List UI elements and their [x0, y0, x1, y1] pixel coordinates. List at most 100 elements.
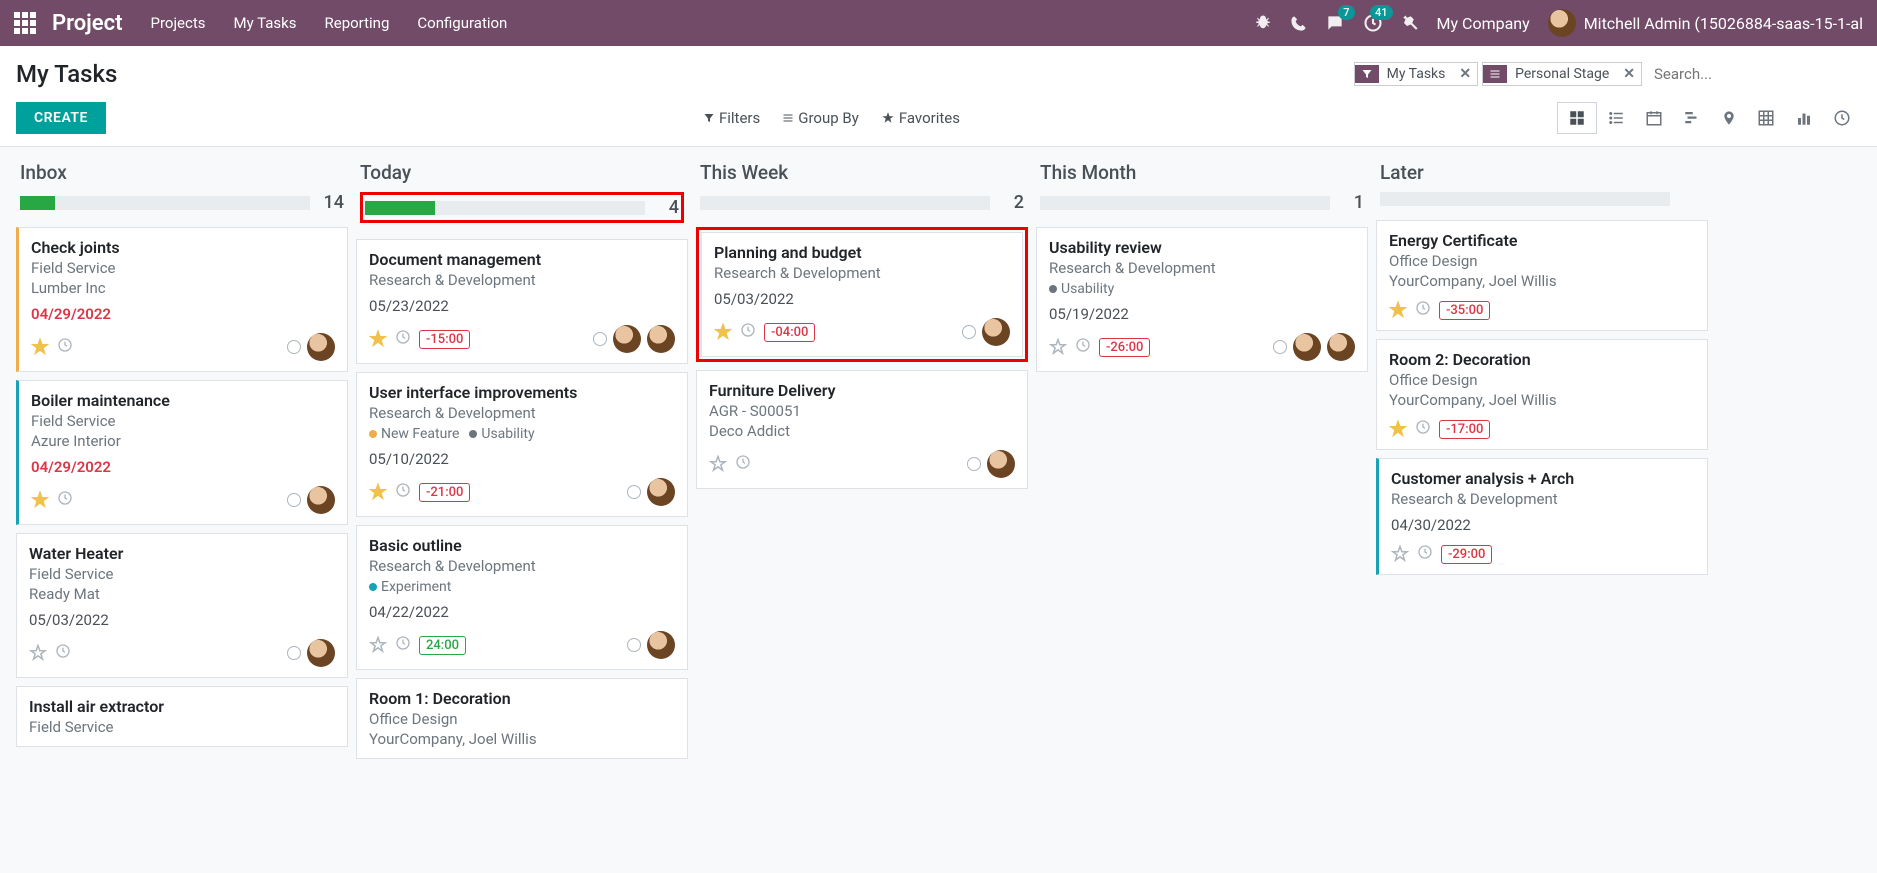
task-card[interactable]: Usability reviewResearch & DevelopmentUs… — [1036, 227, 1368, 372]
task-card[interactable]: Water HeaterField ServiceReady Mat05/03/… — [16, 533, 348, 678]
status-circle[interactable] — [593, 332, 607, 346]
tools-icon[interactable] — [1401, 14, 1419, 32]
nav-reporting[interactable]: Reporting — [325, 14, 390, 32]
star-icon[interactable] — [369, 330, 387, 348]
company-name[interactable]: My Company — [1437, 14, 1530, 33]
star-icon[interactable] — [1389, 301, 1407, 319]
assignee-avatar-icon[interactable] — [647, 478, 675, 506]
card-footer: -21:00 — [369, 478, 675, 506]
view-list-icon[interactable] — [1597, 103, 1635, 133]
column-title[interactable]: This Month — [1040, 161, 1364, 184]
column-progress[interactable] — [365, 201, 645, 215]
status-circle[interactable] — [627, 638, 641, 652]
card-footer: -29:00 — [1391, 544, 1695, 564]
assignee-avatar-icon[interactable] — [982, 318, 1010, 346]
star-icon[interactable] — [369, 636, 387, 654]
star-icon[interactable] — [31, 491, 49, 509]
clock-icon[interactable] — [740, 322, 756, 342]
column-progress[interactable] — [1040, 196, 1330, 210]
task-card[interactable]: Check jointsField ServiceLumber Inc04/29… — [16, 227, 348, 372]
view-pivot-icon[interactable] — [1747, 103, 1785, 133]
bug-icon[interactable] — [1254, 14, 1272, 32]
facet-remove[interactable]: ✕ — [1453, 66, 1477, 82]
search-input[interactable] — [1646, 61, 1861, 87]
nav-projects[interactable]: Projects — [151, 14, 206, 32]
groupby-dropdown[interactable]: Group By — [782, 109, 859, 127]
star-icon[interactable] — [31, 338, 49, 356]
column-progress[interactable] — [1380, 192, 1670, 206]
task-card[interactable]: Document managementResearch & Developmen… — [356, 239, 688, 364]
messages-icon[interactable]: 7 — [1325, 13, 1345, 33]
clock-icon[interactable] — [1417, 544, 1433, 564]
view-graph-icon[interactable] — [1785, 103, 1823, 133]
column-title[interactable]: Today — [360, 161, 684, 184]
status-circle[interactable] — [287, 646, 301, 660]
star-icon[interactable] — [29, 644, 47, 662]
view-activity-icon[interactable] — [1823, 103, 1861, 133]
clock-icon[interactable] — [57, 337, 73, 357]
view-map-icon[interactable] — [1711, 104, 1747, 132]
clock-icon[interactable] — [1415, 300, 1431, 320]
assignee-avatar-icon[interactable] — [307, 486, 335, 514]
task-card[interactable]: Boiler maintenanceField ServiceAzure Int… — [16, 380, 348, 525]
star-icon[interactable] — [1049, 338, 1067, 356]
status-circle[interactable] — [287, 340, 301, 354]
assignee-avatar-icon[interactable] — [613, 325, 641, 353]
status-circle[interactable] — [287, 493, 301, 507]
task-card[interactable]: Basic outlineResearch & DevelopmentExper… — [356, 525, 688, 670]
user-menu[interactable]: Mitchell Admin (15026884-saas-15-1-al — [1548, 9, 1863, 37]
assignee-avatar-icon[interactable] — [1293, 333, 1321, 361]
app-title[interactable]: Project — [52, 11, 123, 36]
task-card[interactable]: Room 1: DecorationOffice DesignYourCompa… — [356, 678, 688, 759]
clock-icon[interactable] — [1415, 419, 1431, 439]
column-title[interactable]: Later — [1380, 161, 1704, 184]
star-icon[interactable] — [1391, 545, 1409, 563]
card-title: Boiler maintenance — [31, 391, 335, 410]
favorites-dropdown[interactable]: Favorites — [881, 109, 960, 127]
view-calendar-icon[interactable] — [1635, 103, 1673, 133]
status-circle[interactable] — [1273, 340, 1287, 354]
status-circle[interactable] — [962, 325, 976, 339]
clock-icon[interactable] — [395, 329, 411, 349]
apps-launcher-icon[interactable] — [14, 12, 36, 34]
task-card[interactable]: Energy CertificateOffice DesignYourCompa… — [1376, 220, 1708, 331]
status-circle[interactable] — [967, 457, 981, 471]
clock-icon[interactable] — [395, 635, 411, 655]
view-kanban-icon[interactable] — [1557, 102, 1597, 134]
column-title[interactable]: Inbox — [20, 161, 344, 184]
assignee-avatar-icon[interactable] — [307, 639, 335, 667]
create-button[interactable]: CREATE — [16, 102, 106, 134]
column-title[interactable]: This Week — [700, 161, 1024, 184]
assignee-avatar-icon[interactable] — [647, 325, 675, 353]
assignee-avatar-icon[interactable] — [1327, 333, 1355, 361]
activities-icon[interactable]: 41 — [1363, 13, 1383, 33]
assignee-avatar-icon[interactable] — [647, 631, 675, 659]
assignee-avatar-icon[interactable] — [307, 333, 335, 361]
task-card[interactable]: Planning and budgetResearch & Developmen… — [701, 232, 1023, 357]
clock-icon[interactable] — [55, 643, 71, 663]
time-pill: -35:00 — [1439, 301, 1490, 320]
task-card[interactable]: Customer analysis + ArchResearch & Devel… — [1376, 458, 1708, 575]
status-circle[interactable] — [627, 485, 641, 499]
nav-configuration[interactable]: Configuration — [417, 14, 507, 32]
task-card[interactable]: Furniture DeliveryAGR - S00051Deco Addic… — [696, 370, 1028, 489]
column-progress[interactable] — [20, 196, 310, 210]
view-gantt-icon[interactable] — [1673, 103, 1711, 133]
star-icon[interactable] — [369, 483, 387, 501]
clock-icon[interactable] — [735, 454, 751, 474]
nav-my-tasks[interactable]: My Tasks — [234, 14, 297, 32]
clock-icon[interactable] — [395, 482, 411, 502]
clock-icon[interactable] — [57, 490, 73, 510]
task-card[interactable]: User interface improvementsResearch & De… — [356, 372, 688, 517]
star-icon[interactable] — [1389, 420, 1407, 438]
phone-icon[interactable] — [1290, 15, 1307, 32]
clock-icon[interactable] — [1075, 337, 1091, 357]
task-card[interactable]: Room 2: DecorationOffice DesignYourCompa… — [1376, 339, 1708, 450]
task-card[interactable]: Install air extractorField Service — [16, 686, 348, 747]
column-progress[interactable] — [700, 196, 990, 210]
facet-remove[interactable]: ✕ — [1617, 66, 1641, 82]
assignee-avatar-icon[interactable] — [987, 450, 1015, 478]
star-icon[interactable] — [709, 455, 727, 473]
filters-dropdown[interactable]: Filters — [703, 109, 760, 127]
star-icon[interactable] — [714, 323, 732, 341]
